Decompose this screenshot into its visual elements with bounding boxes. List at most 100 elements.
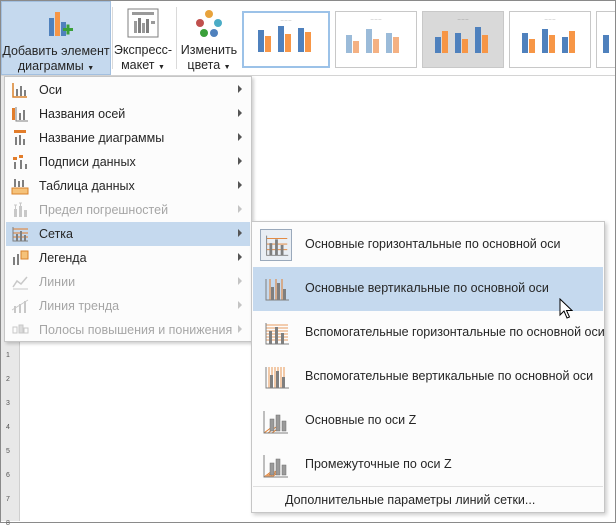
submenu-item-primary-minor-horizontal[interactable]: Вспомогательные горизонтальные по основн… — [253, 311, 605, 355]
submenu-arrow-icon — [238, 85, 242, 93]
submenu-item-primary-major-vertical[interactable]: Основные вертикальные по основной оси — [253, 267, 603, 311]
quick-layout-icon — [127, 8, 159, 38]
major-z-axis-gridlines-icon — [263, 411, 288, 434]
menu-item-label: Название диаграммы — [39, 131, 165, 145]
menu-item-axis-titles[interactable]: Названия осей — [6, 102, 250, 126]
submenu-item-primary-minor-vertical[interactable]: Вспомогательные вертикальные по основной… — [253, 355, 603, 399]
add-chart-element-icon — [49, 12, 73, 36]
submenu-arrow-icon — [238, 109, 242, 117]
change-colors-button[interactable]: Изменить цвета ▼ — [179, 1, 239, 75]
menu-item-data-labels[interactable]: Подписи данных — [6, 150, 250, 174]
thumbnail-title-line: — — — — [280, 18, 292, 22]
menu-item-label: Сетка — [39, 227, 73, 241]
menu-item-label: Легенда — [39, 251, 87, 265]
menu-item-chart-title[interactable]: Название диаграммы — [6, 126, 250, 150]
menu-item-label: Названия осей — [39, 107, 126, 121]
add-chart-element-button[interactable]: Добавить элемент диаграммы ▼ — [1, 1, 111, 75]
data-table-icon — [11, 179, 29, 195]
submenu-item-minor-z-axis[interactable]: Промежуточные по оси Z — [253, 443, 603, 487]
submenu-arrow-icon — [238, 301, 242, 309]
menu-item-data-table[interactable]: Таблица данных — [6, 174, 250, 198]
submenu-item-major-z-axis[interactable]: Основные по оси Z — [253, 399, 603, 443]
legend-icon — [13, 250, 29, 265]
menu-item-label: Таблица данных — [39, 179, 135, 193]
submenu-arrow-icon — [238, 229, 242, 237]
chart-style-thumbnail[interactable] — [596, 11, 615, 68]
add-chart-element-label-1: Добавить элемент — [2, 44, 110, 58]
submenu-item-label: Вспомогательные горизонтальные по основн… — [305, 325, 605, 339]
menu-item-label: Линия тренда — [39, 299, 120, 313]
menu-item-error-bars[interactable]: Предел погрешностей — [6, 198, 250, 222]
more-gridline-options-label: Дополнительные параметры линий сетки... — [285, 493, 536, 507]
ruler-number: 7 — [6, 496, 10, 503]
change-colors-label-2: цвета ▼ — [187, 58, 231, 72]
chart-style-thumbnail[interactable]: — — — — [335, 11, 417, 68]
ruler-number: 5 — [6, 448, 10, 455]
ruler-number: 3 — [6, 400, 10, 407]
add-chart-element-label-2: диаграммы ▼ — [17, 59, 95, 73]
error-bars-icon — [14, 202, 27, 217]
submenu-item-label: Основные вертикальные по основной оси — [305, 281, 549, 295]
menu-item-label: Линии — [39, 275, 76, 289]
submenu-item-primary-major-horizontal[interactable]: Основные горизонтальные по основной оси — [253, 223, 603, 267]
submenu-arrow-icon — [238, 133, 242, 141]
submenu-arrow-icon — [238, 157, 242, 165]
ruler-number: 4 — [6, 424, 10, 431]
change-colors-label-1: Изменить — [180, 43, 238, 57]
submenu-arrow-icon — [238, 181, 242, 189]
chart-style-thumbnail[interactable]: — — — — [242, 11, 330, 68]
menu-item-label: Полосы повышения и понижения — [39, 323, 233, 337]
dropdown-caret-icon: ▼ — [157, 64, 165, 71]
quick-layout-label-1: Экспресс- — [113, 43, 173, 57]
menu-item-legend[interactable]: Легенда — [6, 246, 250, 270]
more-gridline-options-link[interactable]: Дополнительные параметры линий сетки... — [253, 486, 603, 513]
menu-item-gridlines[interactable]: Сетка — [6, 222, 250, 246]
submenu-arrow-icon — [238, 325, 242, 333]
submenu-item-label: Основные горизонтальные по основной оси — [305, 237, 561, 251]
menu-item-trendline[interactable]: Линия тренда — [6, 294, 250, 318]
menu-item-lines[interactable]: Линии — [6, 270, 250, 294]
ruler-number: 1 — [6, 352, 10, 359]
menu-item-label: Предел погрешностей — [39, 203, 169, 217]
quick-layout-label-2: макет ▼ — [121, 58, 165, 72]
submenu-item-label: Вспомогательные вертикальные по основной… — [305, 369, 594, 383]
add-chart-element-menu: Оси Названия осей Название диаграммы Под… — [4, 76, 252, 342]
menu-item-label: Оси — [39, 83, 62, 97]
submenu-item-label: Основные по оси Z — [305, 413, 417, 427]
dropdown-caret-icon: ▼ — [87, 65, 95, 72]
major-horizontal-gridlines-icon — [260, 229, 292, 261]
menu-item-label: Подписи данных — [39, 155, 136, 169]
ruler-number: 8 — [6, 520, 10, 527]
axes-icon — [12, 83, 27, 98]
menu-item-axes[interactable]: Оси — [6, 78, 250, 102]
ruler-number: 6 — [6, 472, 10, 479]
submenu-item-label: Промежуточные по оси Z — [305, 457, 452, 471]
submenu-arrow-icon — [238, 277, 242, 285]
chart-ribbon: Добавить элемент диаграммы ▼ Экспресс- м… — [1, 1, 615, 76]
lines-icon — [12, 276, 28, 290]
up-down-bars-icon — [12, 324, 29, 334]
minor-z-axis-gridlines-icon — [263, 455, 288, 478]
mouse-cursor-icon — [559, 298, 573, 319]
submenu-arrow-icon — [238, 205, 242, 213]
chart-style-thumbnail[interactable]: — — — — [422, 11, 504, 68]
data-labels-icon — [13, 155, 27, 169]
ruler-number: 2 — [6, 376, 10, 383]
axis-titles-icon — [12, 107, 28, 122]
quick-layout-button[interactable]: Экспресс- макет ▼ — [113, 1, 173, 75]
submenu-arrow-icon — [238, 253, 242, 261]
thumbnail-title-line: — — — — [457, 17, 469, 21]
chart-style-thumbnail[interactable]: — — — — [509, 11, 591, 68]
palette-icon — [196, 10, 222, 37]
dropdown-caret-icon: ▼ — [223, 64, 231, 71]
major-vertical-gridlines-icon — [265, 279, 289, 301]
menu-item-up-down-bars[interactable]: Полосы повышения и понижения — [6, 318, 250, 342]
thumbnail-title-line: — — — — [544, 17, 556, 21]
minor-vertical-gridlines-icon — [265, 367, 289, 389]
trendline-icon — [11, 299, 29, 313]
ribbon-separator — [176, 7, 177, 69]
gridlines-submenu: Основные горизонтальные по основной оси … — [251, 221, 605, 513]
thumbnail-title-line: — — — — [370, 17, 382, 21]
minor-horizontal-gridlines-icon — [265, 323, 289, 345]
gridlines-icon — [12, 227, 28, 242]
